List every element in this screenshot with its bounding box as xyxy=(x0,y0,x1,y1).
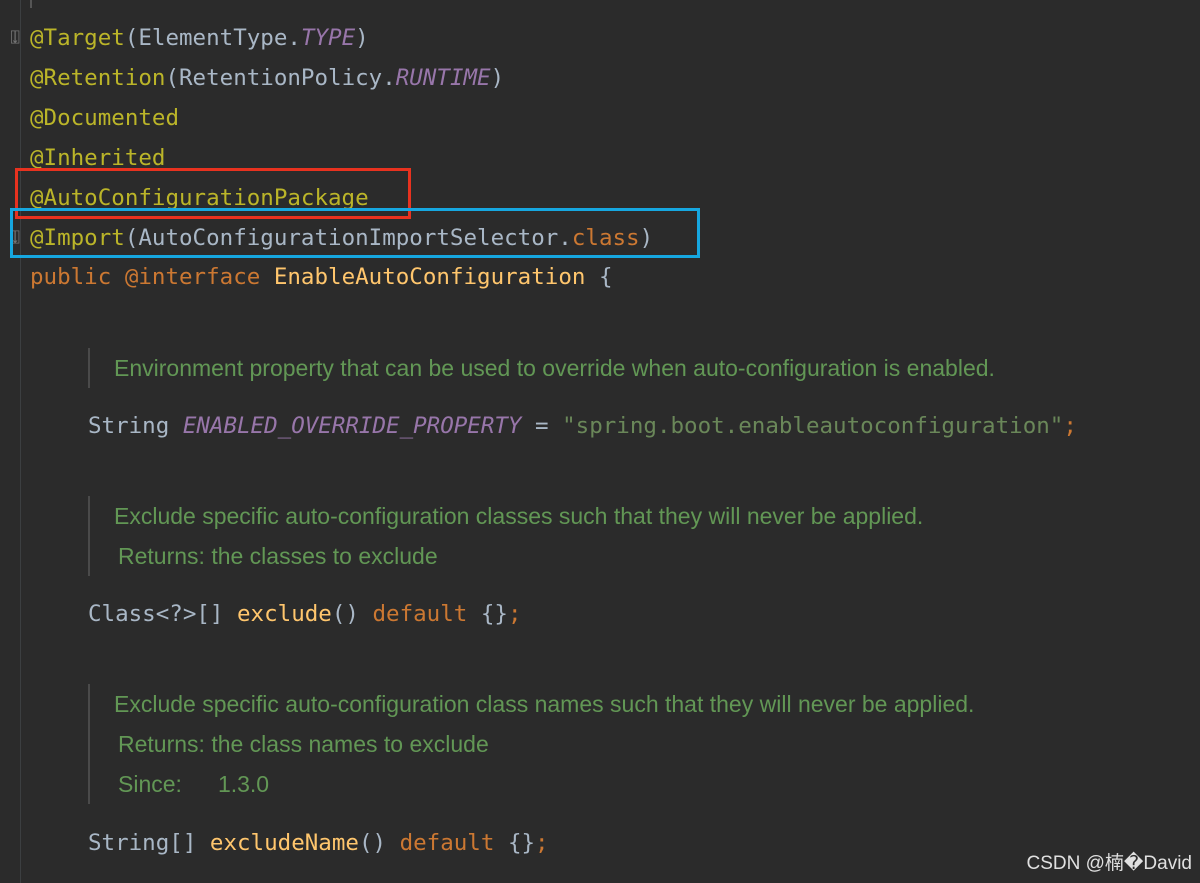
since-label: Since: xyxy=(118,771,182,797)
code-line-documented: @Documented xyxy=(30,105,180,131)
javadoc-block-override-property: Environment property that can be used to… xyxy=(88,348,995,388)
editor-gutter xyxy=(0,0,21,883)
javadoc-text: Exclude specific auto-configuration clas… xyxy=(114,503,924,529)
gutter-tick xyxy=(30,0,32,8)
javadoc-since: Since: 1.3.0 xyxy=(114,764,974,804)
javadoc-returns: Returns: the classes to exclude xyxy=(118,543,438,569)
code-line-exclude-method: Class<?>[] exclude() default {}; xyxy=(88,601,522,627)
watermark: CSDN @楠�David xyxy=(1026,853,1192,874)
code-line-target: @Target(ElementType.TYPE) xyxy=(30,25,369,51)
code-line-interface-declaration: public @interface EnableAutoConfiguratio… xyxy=(30,264,613,290)
fold-icon[interactable]: ⍗ xyxy=(11,30,23,46)
javadoc-text: Exclude specific auto-configuration clas… xyxy=(114,691,975,717)
code-line-retention: @Retention(RetentionPolicy.RUNTIME) xyxy=(30,65,505,91)
code-line-excludename-method: String[] excludeName() default {}; xyxy=(88,830,549,856)
since-value: 1.3.0 xyxy=(217,771,270,797)
highlight-box-blue xyxy=(10,208,700,258)
javadoc-text: Environment property that can be used to… xyxy=(114,355,995,381)
code-line-field: String ENABLED_OVERRIDE_PROPERTY = "spri… xyxy=(88,413,1077,439)
javadoc-block-exclude: Exclude specific auto-configuration clas… xyxy=(88,496,923,576)
javadoc-block-exclude-name: Exclude specific auto-configuration clas… xyxy=(88,684,974,804)
javadoc-returns: Returns: the class names to exclude xyxy=(118,731,489,757)
